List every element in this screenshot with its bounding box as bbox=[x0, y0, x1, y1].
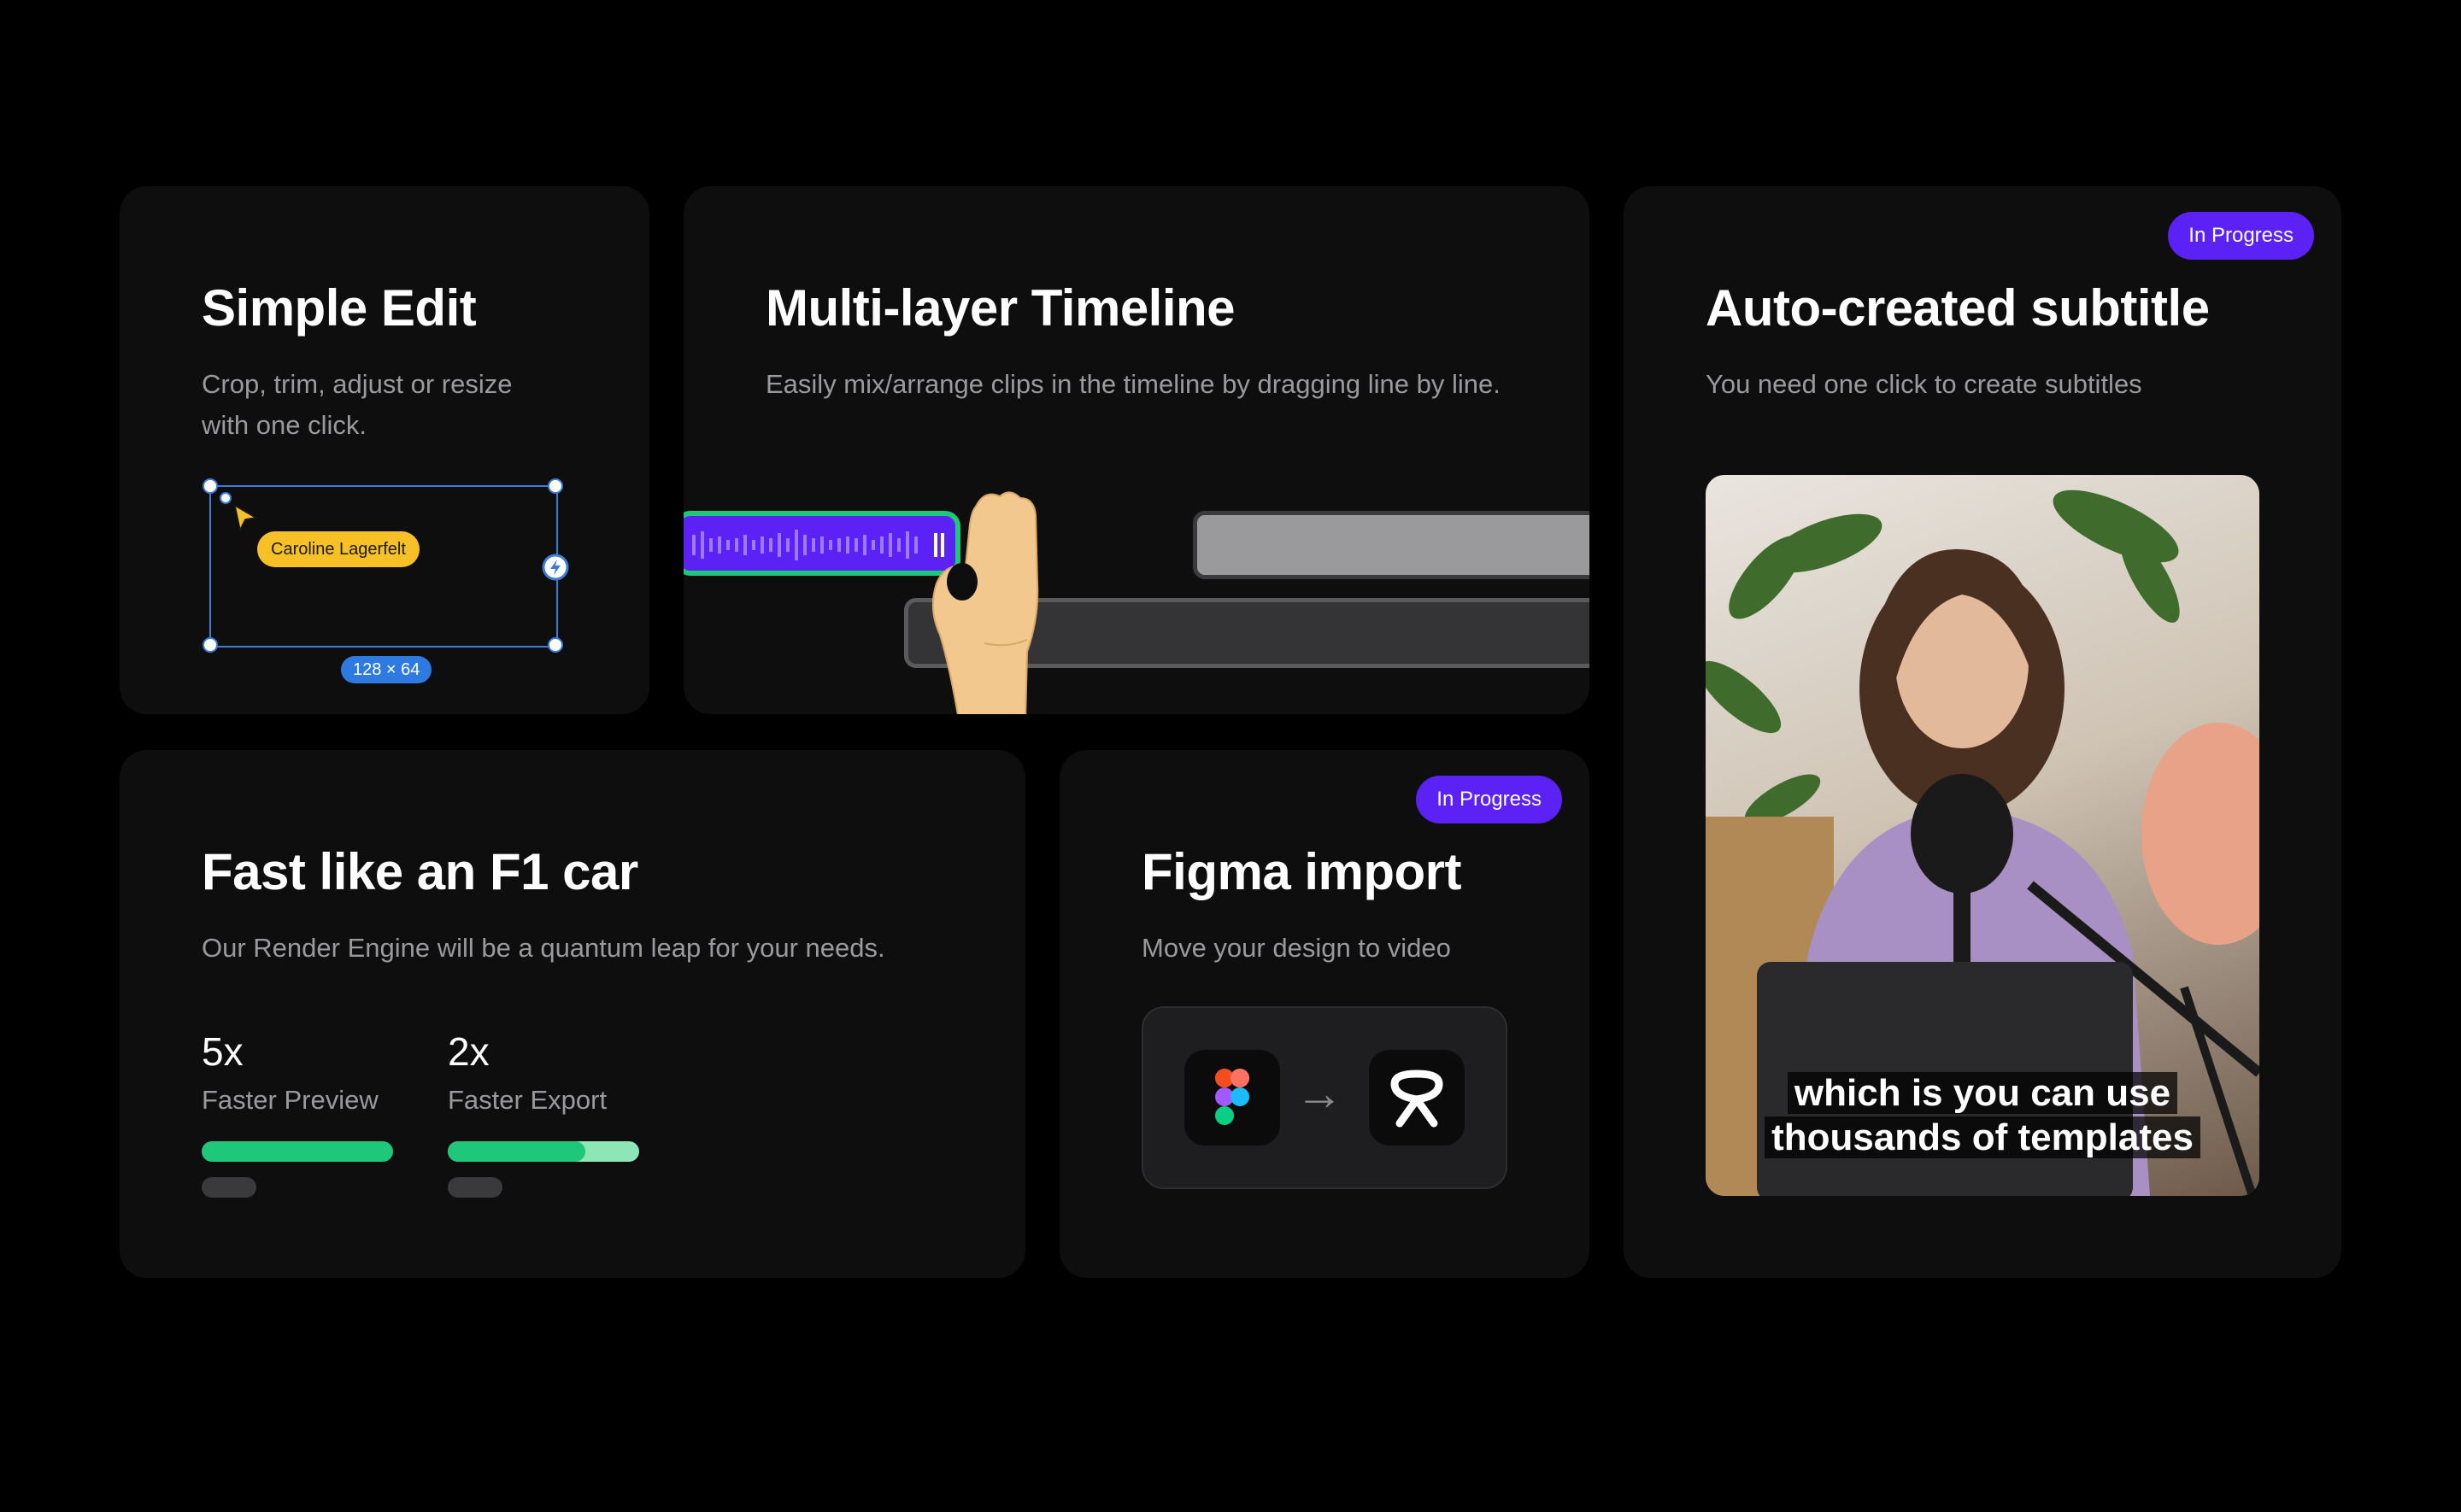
import-preview[interactable]: → bbox=[1142, 1006, 1507, 1189]
subtitle-line: which is you can use bbox=[1787, 1072, 2178, 1114]
card-description: Easily mix/arrange clips in the timeline… bbox=[766, 369, 1501, 399]
video-preview[interactable]: which is you can use thousands of templa… bbox=[1706, 475, 2259, 1196]
progress-bar-track bbox=[202, 1177, 256, 1198]
resize-handle[interactable] bbox=[548, 637, 563, 653]
card-title: Fast like an F1 car bbox=[202, 843, 638, 900]
lightning-icon[interactable] bbox=[542, 554, 569, 581]
stat-value: 2x bbox=[448, 1029, 490, 1074]
card-simple-edit: Simple Edit Crop, trim, adjust or resize… bbox=[120, 186, 649, 714]
card-title: Auto-created subtitle bbox=[1706, 279, 2210, 337]
stat-label: Faster Preview bbox=[202, 1085, 379, 1115]
audio-clip[interactable] bbox=[684, 511, 960, 576]
card-figma-import: In Progress Figma import Move your desig… bbox=[1060, 750, 1589, 1278]
subtitle-line: thousands of templates bbox=[1765, 1116, 2200, 1158]
subtitle-caption: which is you can use thousands of templa… bbox=[1706, 1071, 2259, 1160]
card-title: Multi-layer Timeline bbox=[766, 279, 1236, 337]
app-logo-icon bbox=[1369, 1050, 1465, 1146]
resize-handle[interactable] bbox=[548, 478, 563, 494]
card-title: Figma import bbox=[1142, 843, 1462, 900]
card-fast: Fast like an F1 car Our Render Engine wi… bbox=[120, 750, 1025, 1278]
progress-bar bbox=[448, 1141, 639, 1162]
video-clip[interactable] bbox=[1193, 511, 1589, 579]
resize-handle[interactable] bbox=[203, 478, 218, 494]
status-badge: In Progress bbox=[1416, 776, 1562, 823]
card-subtitle: In Progress Auto-created subtitle You ne… bbox=[1624, 186, 2341, 1278]
card-timeline: Multi-layer Timeline Easily mix/arrange … bbox=[684, 186, 1589, 714]
stat-label: Faster Export bbox=[448, 1085, 608, 1115]
card-description: Crop, trim, adjust or resize with one cl… bbox=[202, 369, 513, 440]
figma-icon bbox=[1184, 1050, 1280, 1146]
card-description: Move your design to video bbox=[1142, 933, 1451, 963]
card-title: Simple Edit bbox=[202, 279, 477, 337]
arrow-right-icon: → bbox=[1295, 1066, 1343, 1120]
cursor-icon bbox=[233, 504, 258, 532]
status-badge: In Progress bbox=[2168, 212, 2314, 260]
hand-icon bbox=[931, 491, 1039, 714]
resize-handle[interactable] bbox=[203, 637, 218, 653]
size-readout: 128 × 64 bbox=[341, 656, 432, 683]
progress-bar-track bbox=[448, 1177, 502, 1198]
progress-bar bbox=[202, 1141, 393, 1162]
waveform-icon bbox=[692, 530, 944, 560]
resize-handle[interactable] bbox=[220, 492, 232, 504]
layer-name-tag: Caroline Lagerfelt bbox=[257, 531, 420, 567]
edit-preview[interactable]: Caroline Lagerfelt 128 × 64 bbox=[203, 478, 585, 690]
card-description: Our Render Engine will be a quantum leap… bbox=[202, 933, 885, 963]
card-description: You need one click to create subtitles bbox=[1706, 369, 2142, 399]
stat-value: 5x bbox=[202, 1029, 244, 1074]
